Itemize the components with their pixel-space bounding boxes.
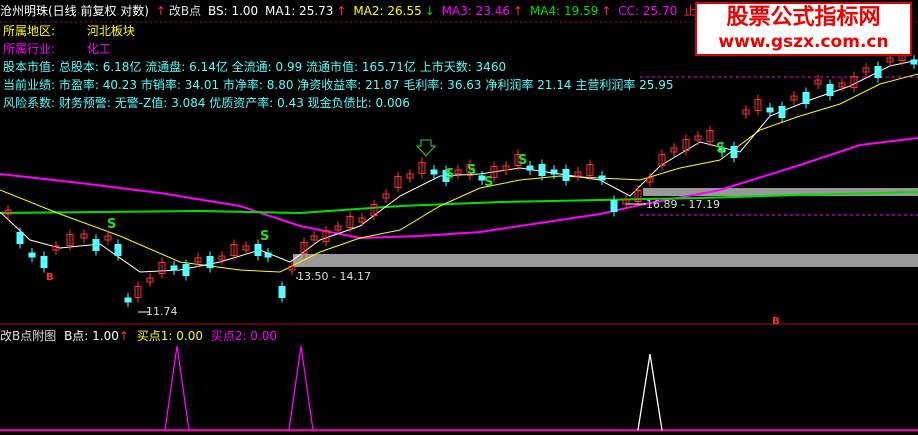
candle-body — [802, 92, 810, 104]
low-price-label: 11.74 — [146, 305, 178, 318]
candle-body — [278, 286, 286, 298]
ma3-value: MA3: 23.46 — [441, 4, 511, 18]
candle-body — [826, 84, 834, 96]
candle-body — [910, 59, 918, 65]
ma4-value: MA4: 19.59 — [529, 4, 599, 18]
risk-line: 风险系数: 财务预警: 无警-Z值: 3.084 优质资产率: 0.43 现金负… — [3, 96, 410, 110]
bs-value: BS: 1.00 — [207, 4, 259, 18]
candle-body — [538, 164, 546, 176]
capital-line: 股本市值: 总股本: 6.18亿 流通盘: 6.14亿 全流通: 0.99 流通… — [3, 60, 507, 74]
watermark-logo: 股票公式指标网 www.gszx.com.cn — [695, 2, 912, 56]
industry-value: 化工 — [86, 42, 111, 56]
candle-body — [730, 146, 738, 158]
up-arrow-icon: ↑ — [601, 4, 612, 18]
region-value: 河北板块 — [86, 24, 135, 38]
candle-body — [550, 169, 558, 175]
region-row: 所属地区: 河北板块 — [3, 22, 135, 39]
buy-signal-marker: B — [772, 316, 780, 327]
candle-body — [778, 106, 786, 118]
candle-body — [430, 169, 438, 175]
candle-body — [206, 256, 214, 268]
ma1-value: MA1: 25.73 — [265, 4, 334, 18]
sell-signal-marker: S — [445, 167, 454, 182]
candle-body — [264, 252, 272, 258]
down-arrow-signal-icon — [415, 139, 437, 157]
support-zone-1 — [293, 254, 918, 267]
candle-body — [182, 264, 190, 276]
buy2-value: 买点2: 0.00 — [210, 329, 278, 343]
buy1-value: 买点1: 0.00 — [136, 329, 203, 343]
up-arrow-icon: ↑ — [155, 4, 166, 18]
candle-body — [170, 265, 178, 271]
stock-title[interactable]: 沧州明珠(日线 前复权 对数) — [0, 4, 149, 18]
candle-body — [874, 66, 882, 78]
sell-signal-marker: S — [260, 229, 269, 244]
candle-body — [28, 252, 36, 258]
b-point-spike — [164, 345, 190, 431]
sell-signal-marker: S — [467, 163, 476, 178]
candle-body — [526, 165, 534, 171]
performance-line: 当前业绩: 市盈率: 40.23 市销率: 34.01 市净率: 8.80 净资… — [3, 78, 674, 92]
candle-body — [766, 107, 774, 113]
candle-body — [40, 256, 48, 268]
candle-body — [598, 175, 606, 181]
candle-body — [562, 169, 570, 181]
candle-body — [114, 244, 122, 256]
up-arrow-icon: ↑ — [513, 4, 524, 18]
watermark-title: 股票公式指标网 — [726, 5, 881, 30]
b-point-spike — [288, 345, 314, 431]
subchart-title[interactable]: 改B点附图 — [0, 329, 56, 343]
sell-signal-marker: S — [484, 175, 493, 190]
b-point-spike — [637, 353, 663, 431]
watermark-url: www.gszx.com.cn — [718, 32, 889, 52]
sell-signal-marker: S — [107, 217, 116, 232]
support-zone-2-label: 16.89 - 17.19 — [646, 198, 720, 211]
b-point-value: B点: 1.00 — [64, 329, 119, 343]
sell-signal-marker: S — [716, 141, 725, 156]
candle-body — [16, 232, 24, 244]
industry-row: 所属行业: 化工 — [3, 40, 111, 57]
region-label: 所属地区: — [3, 24, 56, 38]
sell-signal-marker: S — [518, 153, 527, 168]
candle-body — [254, 244, 262, 256]
industry-label: 所属行业: — [3, 42, 56, 56]
cc-value: CC: 25.70 — [618, 4, 678, 18]
candle-body — [92, 239, 100, 251]
up-arrow-icon: ↑ — [118, 329, 129, 343]
down-arrow-icon: ↓ — [424, 4, 435, 18]
chart-header: 沧州明珠(日线 前复权 对数) ↑ 改B点 BS: 1.00 MA1: 25.73… — [0, 2, 772, 18]
candle-body — [610, 200, 618, 212]
support-zone-1-label: 13.50 - 14.17 — [297, 270, 371, 283]
buy-signal-marker: B — [46, 272, 54, 283]
ma4-line — [0, 191, 918, 215]
candle-body — [124, 297, 132, 303]
indicator-name[interactable]: 改B点 — [169, 4, 201, 18]
subchart-header: 改B点附图 B点: 1.00↑ 买点1: 0.00 买点2: 0.00 — [0, 327, 277, 344]
up-arrow-icon: ↑ — [336, 4, 347, 18]
ma2-value: MA2: 26.55 — [353, 4, 422, 18]
